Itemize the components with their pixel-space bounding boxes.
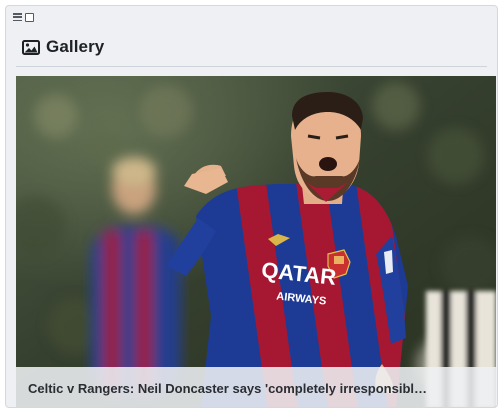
- gallery-widget: Gallery QATAR AIRWAYS Celtic v Rangers: …: [5, 5, 498, 408]
- widget-header: Gallery: [22, 36, 104, 58]
- widget-controls: [13, 11, 34, 23]
- image-icon: [22, 39, 40, 55]
- widget-title: Gallery: [46, 37, 105, 56]
- footballer-celebrating-photo: QATAR AIRWAYS: [16, 76, 496, 407]
- menu-icon[interactable]: [13, 13, 22, 21]
- checkbox-icon[interactable]: [25, 12, 34, 22]
- slide-caption[interactable]: Celtic v Rangers: Neil Doncaster says 'c…: [16, 367, 496, 407]
- gallery-slide[interactable]: QATAR AIRWAYS Celtic v Rangers: Neil Don…: [16, 76, 496, 407]
- slide-caption-text: Celtic v Rangers: Neil Doncaster says 'c…: [28, 380, 428, 396]
- header-divider: [16, 66, 487, 67]
